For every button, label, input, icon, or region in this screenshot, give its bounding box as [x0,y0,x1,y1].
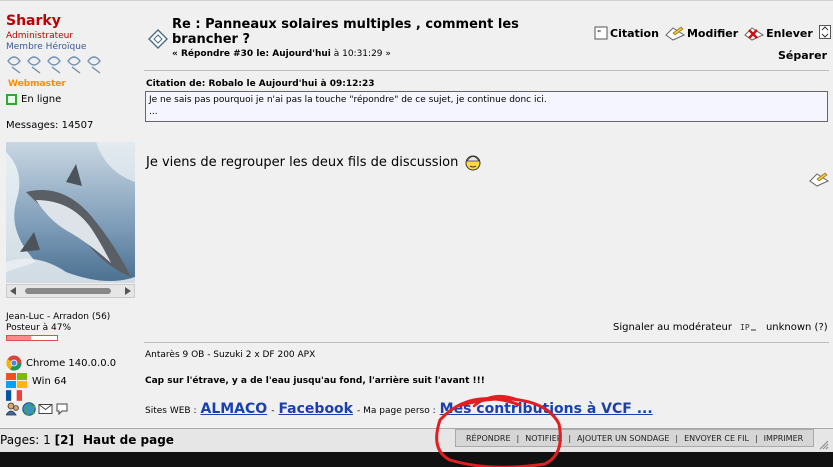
remove-label: Enlever [766,26,813,40]
author-rating: Posteur à 47% [6,323,72,333]
quote-button[interactable]: " Citation [594,25,659,41]
author-location: Jean-Luc - Arradon (56) [6,312,111,322]
website-icon[interactable] [22,402,36,416]
post-icon [148,29,168,49]
resize-grip-icon[interactable] [819,440,829,450]
contributions-link[interactable]: Mes contributions à VCF ... [440,401,653,417]
quote-ellipsis: ... [149,107,158,117]
quote-label: Citation [610,26,659,40]
ip-icon: IP [740,323,756,332]
modify-label: Modifier [686,26,739,40]
post-title[interactable]: Re : Panneaux solaires multiples , comme… [172,17,572,47]
post-actions: " Citation Modifier Enlever [594,25,831,41]
online-status: En ligne [6,94,61,105]
sites-label: Sites WEB : [145,406,197,416]
quote-box: Je ne sais pas pourquoi je n'ai pas la t… [145,91,828,122]
avatar[interactable] [6,142,135,283]
browser-info: Chrome 140.0.0.0 [6,355,116,371]
split-icon[interactable] [818,25,831,39]
divider [144,70,829,71]
chrome-icon [6,355,22,371]
rank-stars-icon [7,56,101,74]
rating-bar-fill [7,336,31,340]
quick-edit-icon[interactable] [809,171,829,187]
post-body-text: Je viens de regrouper les deux fils de d… [146,154,459,170]
scroll-right-icon[interactable] [125,287,131,295]
flag-france-icon [6,390,22,401]
scroll-thumb[interactable] [25,288,111,294]
signature-links: Sites WEB : ALMACO - Facebook - Ma page … [145,401,653,417]
reply-number: « Répondre #30 le: [172,49,273,59]
profile-icon[interactable] [6,402,20,416]
personal-page-label: - Ma page perso : [357,406,436,416]
personal-message-icon[interactable] [55,402,69,416]
email-icon[interactable] [38,402,53,416]
reply-button[interactable]: RÉPONDRE [466,434,511,443]
windows-icon [6,373,27,388]
current-page: [2] [54,433,74,447]
thread-toolbar: RÉPONDRE | NOTIFIER | AJOUTER UN SONDAGE… [455,429,815,447]
post-body: Je viens de regrouper les deux fils de d… [146,153,482,171]
window-bottom-bar [0,452,833,467]
notify-button[interactable]: NOTIFIER [525,434,562,443]
remove-button[interactable]: Enlever [744,25,813,41]
quote-icon: " [594,26,608,40]
thread-footer: Pages: 1 [2] Haut de page RÉPONDRE | NOT… [0,428,833,452]
top-of-page-link[interactable]: Haut de page [83,433,174,447]
post-time: à 10:31:29 » [330,49,391,59]
author-profile: Sharky Administrateur Membre Héroïque We… [0,1,140,429]
rating-bar [6,335,58,341]
pagination: Pages: 1 [2] [0,433,74,447]
print-button[interactable]: IMPRIMER [764,434,804,443]
split-button[interactable]: Séparer [778,49,827,62]
author-rank: Membre Héroïque [6,42,87,52]
author-name[interactable]: Sharky [6,13,61,29]
quote-header[interactable]: Citation de: Robalo le Aujourd'hui à 09:… [146,79,375,89]
add-poll-button[interactable]: AJOUTER UN SONDAGE [577,434,669,443]
ip-value: unknown (?) [765,321,828,333]
scroll-left-icon[interactable] [10,287,16,295]
pages-label[interactable]: Pages: 1 [0,433,51,447]
quote-text: Je ne sais pas pourquoi je n'ai pas la t… [149,95,547,105]
os-label: Win 64 [32,375,67,387]
post-date: Aujourd'hui [272,49,331,59]
profile-icons [6,402,69,416]
avatar-scrollbar[interactable] [6,284,135,298]
signature-quote: Cap sur l'étrave, y a de l'eau jusqu'au … [145,376,485,386]
edit-icon [665,26,685,41]
smiley-icon [465,155,481,171]
send-topic-button[interactable]: ENVOYER CE FIL [684,434,749,443]
delete-icon [744,27,765,41]
link-separator: - [271,406,275,416]
signature-divider [144,342,829,343]
svg-text:IP: IP [740,323,750,332]
post-meta: « Répondre #30 le: Aujourd'hui à 10:31:2… [172,49,391,59]
facebook-link[interactable]: Facebook [278,401,353,417]
modify-button[interactable]: Modifier [665,25,738,41]
message-count: Messages: 14507 [6,120,94,131]
report-area: Signaler au modérateur IP unknown (?) [613,321,828,333]
forum-post: Sharky Administrateur Membre Héroïque We… [0,0,833,429]
almaco-link[interactable]: ALMACO [200,401,267,417]
author-role: Administrateur [6,31,74,41]
signature-boat: Antarès 9 OB - Suzuki 2 x DF 200 APX [145,350,316,360]
online-icon [6,94,17,105]
post-content: Re : Panneaux solaires multiples , comme… [140,1,833,429]
author-team: Webmaster [8,79,66,89]
svg-text:": " [597,29,601,38]
os-info: Win 64 [6,373,67,389]
forum-page: Sharky Administrateur Membre Héroïque We… [0,0,833,452]
report-link[interactable]: Signaler au modérateur [613,322,732,333]
browser-label: Chrome 140.0.0.0 [26,357,117,369]
online-label: En ligne [21,94,62,105]
